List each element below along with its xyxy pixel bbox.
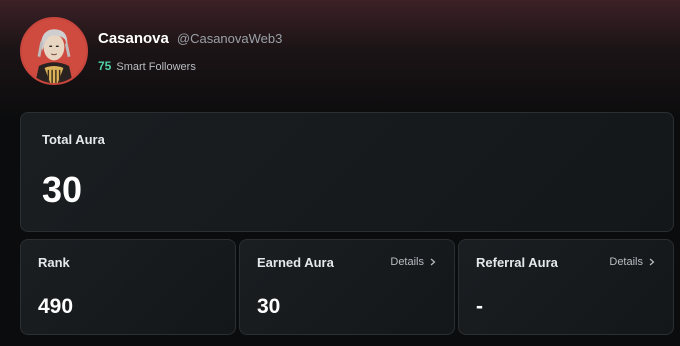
referral-aura-details-link[interactable]: Details (609, 256, 655, 268)
avatar[interactable] (20, 17, 88, 85)
referral-aura-card: Referral Aura Details - (458, 239, 674, 335)
smart-followers-count: 75 (98, 58, 112, 73)
details-label: Details (390, 256, 424, 268)
total-aura-value: 30 (42, 169, 83, 210)
profile-name[interactable]: Casanova (98, 30, 169, 47)
profile-handle[interactable]: @CasanovaWeb3 (177, 31, 282, 46)
profile-header: Casanova @CasanovaWeb3 75 Smart Follower… (20, 17, 282, 85)
rank-label: Rank (38, 255, 70, 270)
details-label: Details (609, 256, 643, 268)
earned-aura-label: Earned Aura (257, 255, 334, 270)
referral-aura-value: - (476, 295, 483, 318)
smart-followers-label: Smart Followers (116, 60, 196, 73)
avatar-illustration-icon (22, 19, 86, 83)
total-aura-label: Total Aura (42, 132, 105, 147)
referral-aura-label: Referral Aura (476, 255, 558, 270)
earned-aura-value: 30 (257, 295, 281, 318)
chevron-right-icon (649, 258, 655, 266)
earned-aura-details-link[interactable]: Details (390, 256, 436, 268)
chevron-right-icon (430, 258, 436, 266)
earned-aura-card: Earned Aura Details 30 (239, 239, 455, 335)
rank-card: Rank 490 (20, 239, 236, 335)
total-aura-card: Total Aura 30 (20, 112, 674, 232)
rank-value: 490 (38, 295, 74, 318)
